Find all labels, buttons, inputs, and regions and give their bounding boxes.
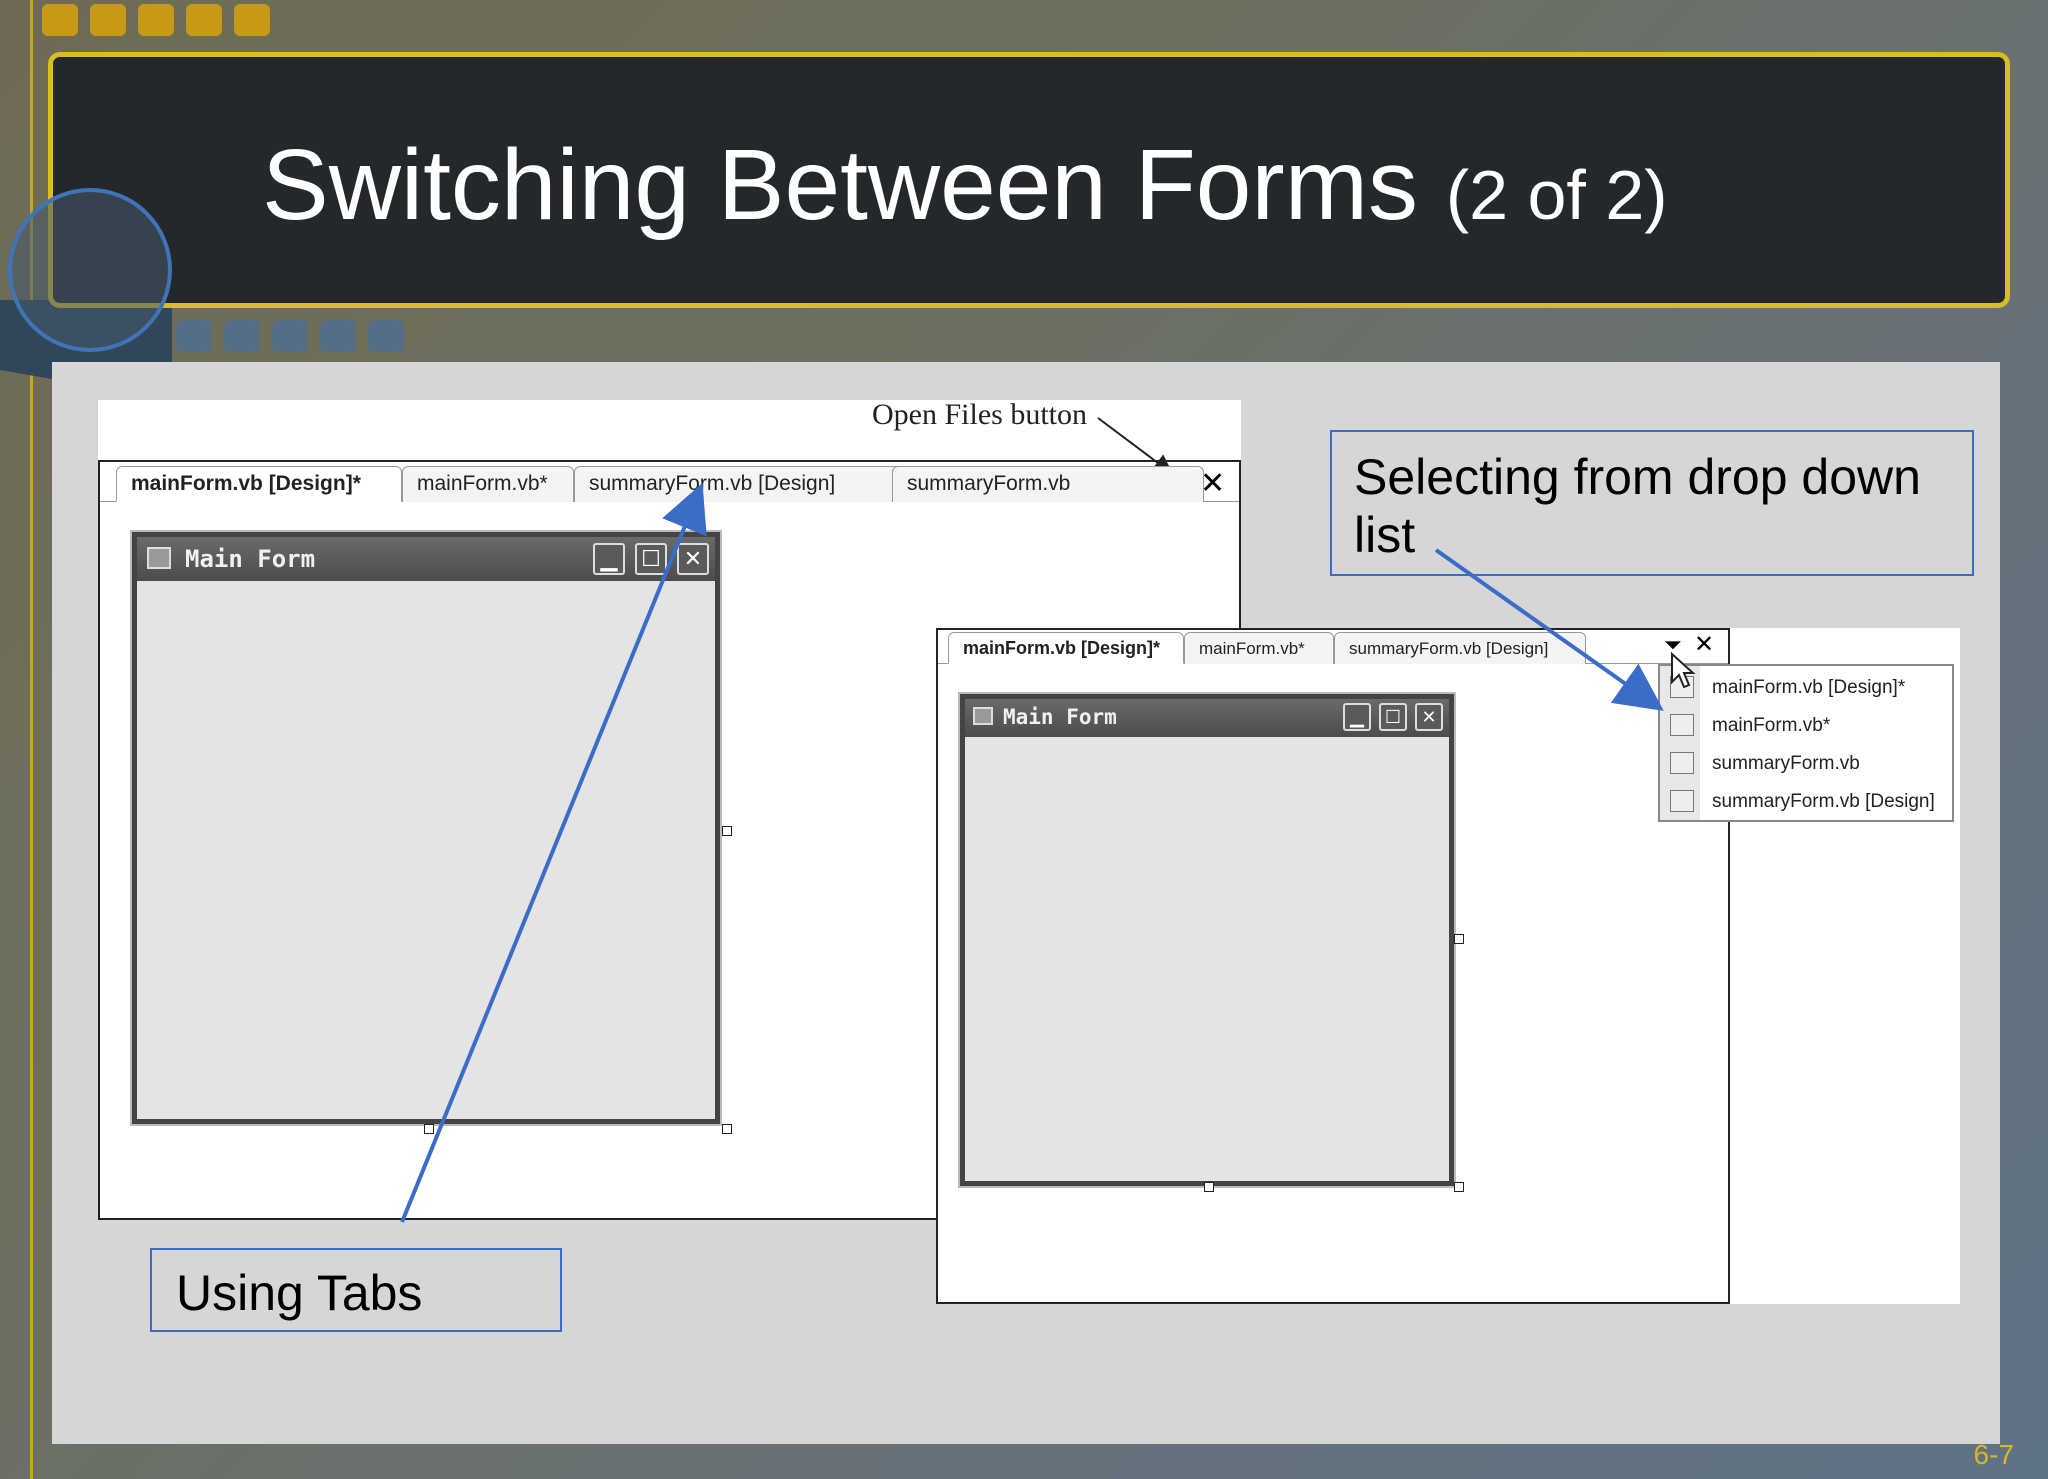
open-files-arrow bbox=[1097, 417, 1174, 475]
tab-mainform-design[interactable]: mainForm.vb [Design]* bbox=[948, 632, 1184, 664]
tab-summaryform-code[interactable]: summaryForm.vb bbox=[892, 466, 1204, 502]
mouse-cursor-icon bbox=[1671, 651, 1696, 689]
page-number: 6-7 bbox=[1973, 1439, 2014, 1470]
tab-mainform-design[interactable]: mainForm.vb [Design]* bbox=[116, 466, 402, 502]
using-tabs-arrow bbox=[400, 482, 707, 1223]
dropdown-arrow bbox=[1434, 548, 1664, 711]
arrow-overlay bbox=[400, 417, 1696, 1223]
